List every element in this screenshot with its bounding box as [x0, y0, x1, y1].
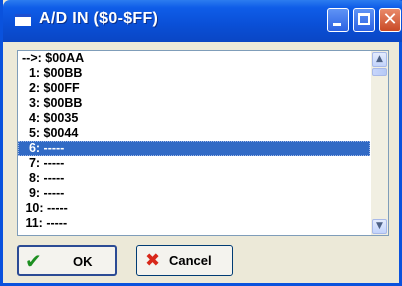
minimize-button[interactable] [327, 8, 349, 32]
list-item[interactable]: 2: $00FF [18, 81, 370, 96]
vertical-scrollbar[interactable]: ▲ ▼ [371, 51, 388, 235]
close-icon: ✕ [382, 9, 398, 30]
checkmark-icon: ✔ [25, 249, 42, 273]
list-item[interactable]: 10: ----- [18, 201, 370, 216]
list-item[interactable]: 6: ----- [18, 141, 370, 156]
maximize-icon [358, 13, 370, 25]
list-item[interactable]: 4: $0035 [18, 111, 370, 126]
minimize-icon [333, 23, 341, 26]
list-item[interactable]: 5: $0044 [18, 126, 370, 141]
list-item[interactable]: 1: $00BB [18, 66, 370, 81]
list-item[interactable]: 9: ----- [18, 186, 370, 201]
ok-button-label: OK [73, 254, 93, 269]
scroll-down-button[interactable]: ▼ [372, 219, 387, 234]
list-item[interactable]: 7: ----- [18, 156, 370, 171]
value-listbox[interactable]: -->: $00AA 1: $00BB 2: $00FF 3: $00BB 4:… [17, 50, 389, 236]
dialog-window: A/D IN ($0-$FF) ✕ -->: $00AA 1: $00BB 2:… [0, 0, 402, 286]
cancel-button[interactable]: ✖ Cancel [136, 245, 233, 276]
scroll-up-button[interactable]: ▲ [372, 52, 387, 67]
list-item[interactable]: -->: $00AA [18, 51, 370, 66]
cancel-x-icon: ✖ [145, 250, 161, 271]
cancel-button-label: Cancel [169, 253, 212, 268]
maximize-button[interactable] [353, 8, 375, 32]
scroll-thumb[interactable] [372, 68, 387, 76]
window-title: A/D IN ($0-$FF) [39, 10, 159, 27]
close-button[interactable]: ✕ [379, 8, 401, 32]
title-bar[interactable]: A/D IN ($0-$FF) ✕ [3, 0, 402, 42]
list-item[interactable]: 11: ----- [18, 216, 370, 231]
list-item[interactable]: 8: ----- [18, 171, 370, 186]
window-icon [15, 14, 31, 26]
ok-button[interactable]: ✔ OK [17, 245, 117, 276]
value-list[interactable]: -->: $00AA 1: $00BB 2: $00FF 3: $00BB 4:… [18, 51, 370, 235]
list-item[interactable]: 3: $00BB [18, 96, 370, 111]
